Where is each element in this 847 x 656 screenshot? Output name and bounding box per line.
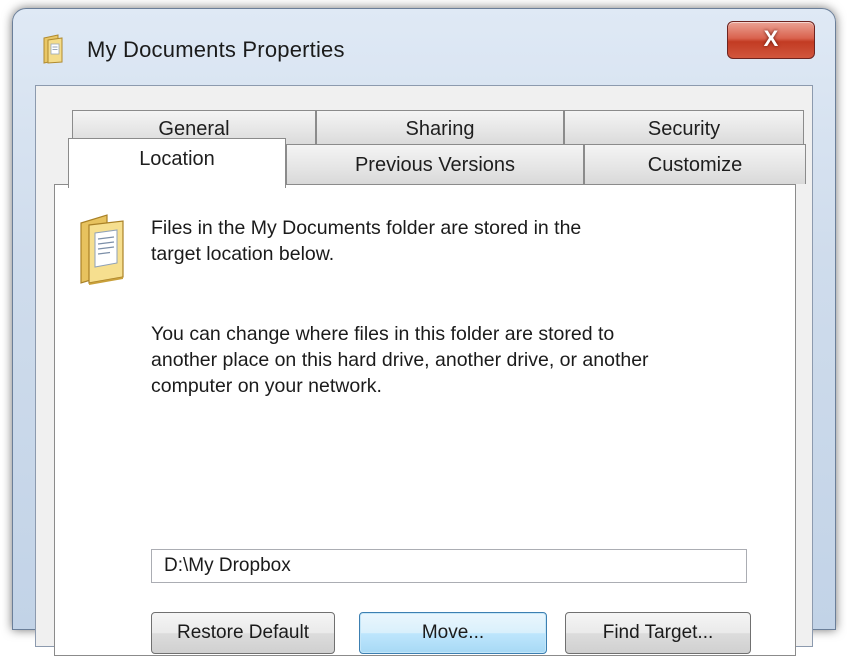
folder-icon xyxy=(43,34,63,64)
move-button[interactable]: Move... xyxy=(359,612,547,654)
properties-window: My Documents Properties X General Sharin… xyxy=(12,8,836,656)
description-text-line-3: computer on your network. xyxy=(151,375,382,397)
tab-location[interactable]: Location xyxy=(68,138,286,188)
intro-text-line-1: Files in the My Documents folder are sto… xyxy=(151,217,582,239)
documents-folder-icon xyxy=(80,214,124,285)
description-text-line-1: You can change where files in this folde… xyxy=(151,323,615,345)
tab-sharing[interactable]: Sharing xyxy=(316,110,564,146)
title-bar[interactable]: My Documents Properties X xyxy=(13,9,835,85)
location-tab-panel: Files in the My Documents folder are sto… xyxy=(54,184,796,656)
restore-default-button[interactable]: Restore Default xyxy=(151,612,335,654)
intro-text-line-2: target location below. xyxy=(151,243,335,265)
window-title: My Documents Properties xyxy=(87,37,345,62)
tab-customize[interactable]: Customize xyxy=(584,144,806,184)
description-text-line-2: another place on this hard drive, anothe… xyxy=(151,349,649,371)
find-target-button[interactable]: Find Target... xyxy=(565,612,751,654)
close-button[interactable]: X xyxy=(727,21,815,59)
target-location-input[interactable] xyxy=(151,549,747,583)
dialog-client-area: General Sharing Security Location Previo… xyxy=(35,85,813,656)
tab-previous-versions[interactable]: Previous Versions xyxy=(286,144,584,184)
tab-security[interactable]: Security xyxy=(564,110,804,146)
